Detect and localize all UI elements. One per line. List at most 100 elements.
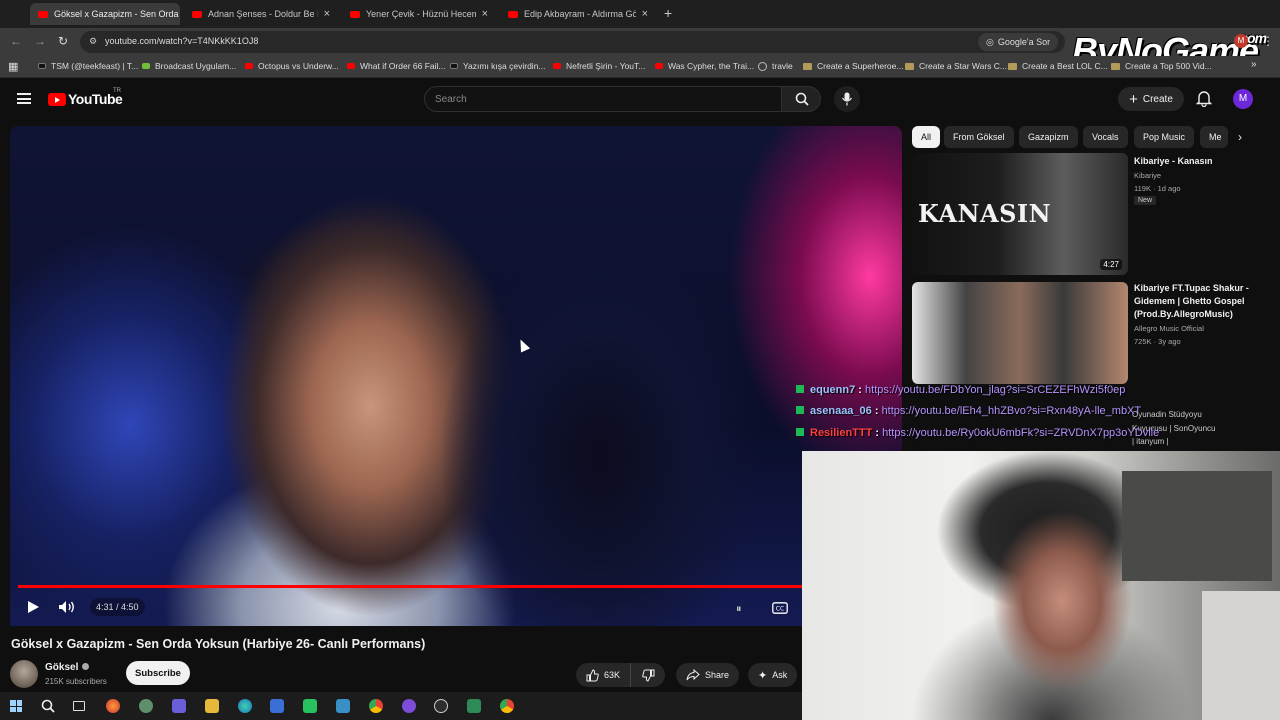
bookmark-item[interactable]: Was Cypher, the Trai...: [655, 61, 754, 71]
site-settings-icon[interactable]: ⚙: [89, 36, 97, 47]
bookmark-label: Create a Star Wars C...: [919, 61, 1008, 71]
url-text[interactable]: youtube.com/watch?v=T4NKkKK1OJ8: [105, 36, 258, 46]
mouse-cursor-icon: [515, 337, 531, 353]
notifications-bell-icon[interactable]: [1196, 90, 1212, 107]
captions-icon[interactable]: CC: [772, 602, 788, 614]
search-icon[interactable]: [41, 699, 55, 713]
volume-icon[interactable]: [58, 600, 76, 614]
ask-button[interactable]: ✦ Ask: [748, 663, 798, 687]
youtube-icon: [553, 63, 561, 69]
chrome-icon[interactable]: [369, 699, 383, 713]
share-button[interactable]: Share: [676, 663, 740, 687]
thumbs-up-icon: [586, 668, 599, 681]
svg-text:CC: CC: [776, 606, 784, 613]
file-explorer-icon[interactable]: [205, 699, 219, 713]
channel-name[interactable]: Göksel: [45, 662, 90, 673]
youtube-icon: [655, 63, 663, 69]
reload-icon[interactable]: ↻: [58, 34, 68, 48]
task-view-icon[interactable]: [73, 701, 85, 711]
bookmark-item[interactable]: Yazımı kışa çevirdin...: [450, 61, 546, 71]
google-ask-label: Google'a Sor: [997, 37, 1051, 47]
subscribe-button[interactable]: Subscribe: [126, 661, 190, 685]
omnibox[interactable]: ⚙ youtube.com/watch?v=T4NKkKK1OJ8 ◎ Goog…: [80, 31, 1065, 53]
windows-start-icon[interactable]: [10, 700, 22, 712]
youtube-favicon-icon: [508, 10, 518, 18]
bookmark-item[interactable]: Nefretli Şirin - YouT...: [553, 61, 645, 71]
bookmark-item[interactable]: Create a Star Wars C...: [905, 61, 1007, 71]
back-icon[interactable]: ←: [10, 34, 22, 48]
share-icon: [686, 669, 700, 681]
like-button[interactable]: 63K: [576, 663, 632, 687]
chip-from-goksel[interactable]: From Göksel: [944, 126, 1014, 148]
apps-grid-icon[interactable]: ▦: [8, 60, 18, 73]
bookmark-item[interactable]: travle: [758, 61, 793, 71]
search-button[interactable]: [781, 86, 821, 112]
app-icon[interactable]: [336, 699, 350, 713]
app-icon[interactable]: [434, 699, 448, 713]
folder-icon: [1008, 62, 1017, 70]
app-icon[interactable]: [139, 699, 153, 713]
menu-dots-icon[interactable]: ⋮: [1262, 34, 1274, 48]
tab-label: Yener Çevik - Hüznü Hecem (Prod.: [366, 9, 476, 19]
account-avatar[interactable]: M: [1233, 89, 1253, 109]
browser-profile-avatar[interactable]: M: [1234, 34, 1248, 48]
google-ask-button[interactable]: ◎ Google'a Sor: [978, 33, 1059, 51]
app-icon[interactable]: [270, 699, 284, 713]
play-icon[interactable]: [26, 600, 40, 614]
recommendation-thumbnail[interactable]: [912, 282, 1128, 384]
app-icon[interactable]: [402, 699, 416, 713]
browser-tab[interactable]: Edip Akbayram - Aldırma Gönül ×: [500, 3, 656, 25]
store-icon[interactable]: [172, 699, 186, 713]
bookmark-item[interactable]: Create a Superheroe...: [803, 61, 903, 71]
bookmark-item[interactable]: Create a Best LOL C...: [1008, 61, 1108, 71]
chip-gazapizm[interactable]: Gazapizm: [1019, 126, 1078, 148]
thumbs-down-icon: [641, 669, 655, 682]
recommendation-thumbnail[interactable]: KANASIN 4:27: [912, 153, 1128, 275]
close-tab-icon[interactable]: ×: [636, 8, 648, 20]
ask-label: Ask: [772, 670, 788, 680]
firefox-icon[interactable]: [106, 699, 120, 713]
bookmark-item[interactable]: Octopus vs Underw...: [245, 61, 339, 71]
youtube-logo-icon[interactable]: [48, 93, 66, 106]
chip-more[interactable]: Me: [1200, 126, 1228, 148]
bookmark-item[interactable]: Create a Top 500 Vid...: [1111, 61, 1212, 71]
bookmark-item[interactable]: TSM (@teekfeast) | T...: [38, 61, 138, 71]
channel-avatar[interactable]: [10, 660, 38, 688]
recommendation-title[interactable]: Kibariye FT.Tupac Shakur - Gidemem | Ghe…: [1134, 282, 1266, 321]
chip-all[interactable]: All: [912, 126, 941, 148]
video-player[interactable]: 4:31 / 4:50 ⏸ CC: [10, 126, 902, 626]
browser-tab-active[interactable]: Göksel x Gazapizm - Sen Orda Yoksun ×: [30, 3, 180, 25]
new-tab-icon[interactable]: +: [664, 5, 672, 21]
bookmark-item[interactable]: What if Order 66 Fail...: [347, 61, 446, 71]
region-code: TR: [113, 88, 121, 94]
search-input[interactable]: Search: [424, 86, 782, 112]
recommendation-channel[interactable]: Kibariye: [1134, 169, 1161, 182]
microphone-icon: [842, 92, 852, 106]
chrome-active-icon[interactable]: [500, 699, 514, 713]
close-tab-icon[interactable]: ×: [318, 8, 330, 20]
app-icon[interactable]: [467, 699, 481, 713]
whatsapp-icon[interactable]: [303, 699, 317, 713]
recommendation-channel[interactable]: Allegro Music Official: [1134, 322, 1204, 335]
recommendation-title[interactable]: Kibariye - Kanasın: [1134, 155, 1266, 168]
chip-pop-music[interactable]: Pop Music: [1134, 126, 1195, 148]
close-tab-icon[interactable]: ×: [476, 8, 488, 20]
create-button[interactable]: + Create: [1118, 87, 1184, 111]
progress-bar[interactable]: [18, 585, 894, 588]
voice-search-button[interactable]: [834, 86, 860, 112]
bookmark-label: Yazımı kışa çevirdin...: [463, 61, 546, 71]
chip-vocals[interactable]: Vocals: [1083, 126, 1128, 148]
chevron-right-icon[interactable]: ›: [1238, 130, 1242, 144]
miniplayer-icon[interactable]: ⏸: [736, 603, 742, 616]
browser-tab[interactable]: Adnan Şenses - Doldur Be Meyhaneci ×: [184, 3, 338, 25]
streamer-webcam: [802, 451, 1280, 720]
dislike-button[interactable]: [631, 663, 665, 687]
bookmarks-overflow-icon[interactable]: »: [1251, 59, 1257, 70]
browser-tab[interactable]: Yener Çevik - Hüznü Hecem (Prod. ×: [342, 3, 496, 25]
edge-icon[interactable]: [238, 699, 252, 713]
menu-icon[interactable]: [17, 93, 31, 104]
bookmarks-bar: ▦ TSM (@teekfeast) | T... Broadcast Uygu…: [0, 56, 1280, 78]
channel-name-text[interactable]: Göksel: [45, 662, 78, 673]
forward-icon[interactable]: →: [34, 34, 46, 48]
bookmark-item[interactable]: Broadcast Uygulam...: [142, 61, 236, 71]
